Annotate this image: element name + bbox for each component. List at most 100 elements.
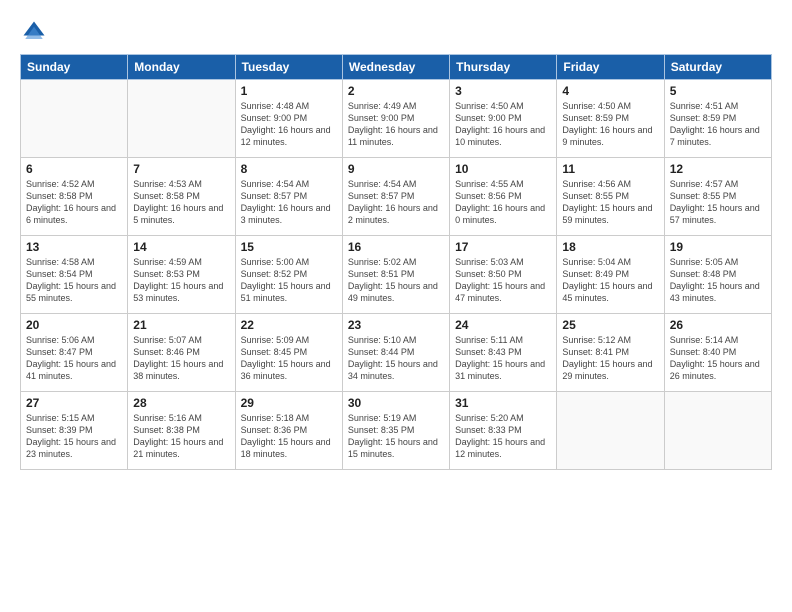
calendar-cell: 30 Sunrise: 5:19 AM Sunset: 8:35 PM Dayli… — [342, 392, 449, 470]
weekday-header-tuesday: Tuesday — [235, 55, 342, 80]
day-number: 30 — [348, 396, 444, 410]
calendar-cell: 22Sunrise: 5:09 AM Sunset: 8:45 PM Dayli… — [235, 314, 342, 392]
calendar-week-row: 6Sunrise: 4:52 AM Sunset: 8:58 PM Daylig… — [21, 158, 772, 236]
calendar-cell — [128, 80, 235, 158]
calendar-cell: 21Sunrise: 5:07 AM Sunset: 8:46 PM Dayli… — [128, 314, 235, 392]
weekday-header-saturday: Saturday — [664, 55, 771, 80]
day-info: Sunrise: 4:55 AM Sunset: 8:56 PM Dayligh… — [455, 178, 551, 227]
day-info: Sunrise: 5:20 AM Sunset: 8:33 PM Dayligh… — [455, 412, 551, 461]
day-info: Sunrise: 5:00 AM Sunset: 8:52 PM Dayligh… — [241, 256, 337, 305]
day-number: 6 — [26, 162, 122, 176]
day-info: Sunrise: 5:04 AM Sunset: 8:49 PM Dayligh… — [562, 256, 658, 305]
day-info: Sunrise: 4:57 AM Sunset: 8:55 PM Dayligh… — [670, 178, 766, 227]
day-number: 18 — [562, 240, 658, 254]
day-number: 10 — [455, 162, 551, 176]
page: SundayMondayTuesdayWednesdayThursdayFrid… — [0, 0, 792, 612]
day-number: 27 — [26, 396, 122, 410]
day-info: Sunrise: 4:54 AM Sunset: 8:57 PM Dayligh… — [241, 178, 337, 227]
day-info: Sunrise: 4:49 AM Sunset: 9:00 PM Dayligh… — [348, 100, 444, 149]
day-number: 26 — [670, 318, 766, 332]
day-info: Sunrise: 4:53 AM Sunset: 8:58 PM Dayligh… — [133, 178, 229, 227]
day-number: 20 — [26, 318, 122, 332]
calendar-cell: 1 Sunrise: 4:48 AM Sunset: 9:00 PM Daylig… — [235, 80, 342, 158]
calendar-cell — [557, 392, 664, 470]
day-info: Sunrise: 4:50 AM Sunset: 9:00 PM Dayligh… — [455, 100, 551, 149]
day-number: 19 — [670, 240, 766, 254]
calendar-cell: 3 Sunrise: 4:50 AM Sunset: 9:00 PM Daylig… — [450, 80, 557, 158]
day-info: Sunrise: 5:05 AM Sunset: 8:48 PM Dayligh… — [670, 256, 766, 305]
day-info: Sunrise: 5:10 AM Sunset: 8:44 PM Dayligh… — [348, 334, 444, 383]
day-info: Sunrise: 5:06 AM Sunset: 8:47 PM Dayligh… — [26, 334, 122, 383]
day-info: Sunrise: 4:56 AM Sunset: 8:55 PM Dayligh… — [562, 178, 658, 227]
calendar-cell: 9Sunrise: 4:54 AM Sunset: 8:57 PM Daylig… — [342, 158, 449, 236]
weekday-header-wednesday: Wednesday — [342, 55, 449, 80]
day-number: 8 — [241, 162, 337, 176]
day-info: Sunrise: 5:11 AM Sunset: 8:43 PM Dayligh… — [455, 334, 551, 383]
day-number: 21 — [133, 318, 229, 332]
calendar-cell: 2 Sunrise: 4:49 AM Sunset: 9:00 PM Daylig… — [342, 80, 449, 158]
day-number: 5 — [670, 84, 766, 98]
logo — [20, 18, 52, 46]
day-number: 14 — [133, 240, 229, 254]
calendar-cell: 5 Sunrise: 4:51 AM Sunset: 8:59 PM Daylig… — [664, 80, 771, 158]
day-info: Sunrise: 4:51 AM Sunset: 8:59 PM Dayligh… — [670, 100, 766, 149]
weekday-header-thursday: Thursday — [450, 55, 557, 80]
day-number: 4 — [562, 84, 658, 98]
calendar-week-row: 13 Sunrise: 4:58 AM Sunset: 8:54 PM Dayli… — [21, 236, 772, 314]
weekday-header-friday: Friday — [557, 55, 664, 80]
day-info: Sunrise: 5:12 AM Sunset: 8:41 PM Dayligh… — [562, 334, 658, 383]
day-number: 24 — [455, 318, 551, 332]
calendar-cell: 19 Sunrise: 5:05 AM Sunset: 8:48 PM Dayli… — [664, 236, 771, 314]
day-number: 13 — [26, 240, 122, 254]
calendar-cell: 25Sunrise: 5:12 AM Sunset: 8:41 PM Dayli… — [557, 314, 664, 392]
calendar-cell: 18 Sunrise: 5:04 AM Sunset: 8:49 PM Dayli… — [557, 236, 664, 314]
calendar-week-row: 1 Sunrise: 4:48 AM Sunset: 9:00 PM Daylig… — [21, 80, 772, 158]
day-number: 12 — [670, 162, 766, 176]
weekday-header-monday: Monday — [128, 55, 235, 80]
weekday-header-sunday: Sunday — [21, 55, 128, 80]
day-info: Sunrise: 4:59 AM Sunset: 8:53 PM Dayligh… — [133, 256, 229, 305]
calendar-week-row: 27 Sunrise: 5:15 AM Sunset: 8:39 PM Dayli… — [21, 392, 772, 470]
day-number: 15 — [241, 240, 337, 254]
calendar-cell: 13 Sunrise: 4:58 AM Sunset: 8:54 PM Dayli… — [21, 236, 128, 314]
day-number: 2 — [348, 84, 444, 98]
calendar-cell: 20 Sunrise: 5:06 AM Sunset: 8:47 PM Dayli… — [21, 314, 128, 392]
day-number: 28 — [133, 396, 229, 410]
calendar-cell: 23Sunrise: 5:10 AM Sunset: 8:44 PM Dayli… — [342, 314, 449, 392]
day-number: 17 — [455, 240, 551, 254]
calendar-cell: 8 Sunrise: 4:54 AM Sunset: 8:57 PM Daylig… — [235, 158, 342, 236]
day-info: Sunrise: 4:48 AM Sunset: 9:00 PM Dayligh… — [241, 100, 337, 149]
calendar-cell: 31 Sunrise: 5:20 AM Sunset: 8:33 PM Dayli… — [450, 392, 557, 470]
weekday-header-row: SundayMondayTuesdayWednesdayThursdayFrid… — [21, 55, 772, 80]
day-info: Sunrise: 5:02 AM Sunset: 8:51 PM Dayligh… — [348, 256, 444, 305]
day-info: Sunrise: 5:18 AM Sunset: 8:36 PM Dayligh… — [241, 412, 337, 461]
calendar-cell: 24 Sunrise: 5:11 AM Sunset: 8:43 PM Dayli… — [450, 314, 557, 392]
calendar-cell: 7 Sunrise: 4:53 AM Sunset: 8:58 PM Daylig… — [128, 158, 235, 236]
calendar-table: SundayMondayTuesdayWednesdayThursdayFrid… — [20, 54, 772, 470]
calendar-cell: 27 Sunrise: 5:15 AM Sunset: 8:39 PM Dayli… — [21, 392, 128, 470]
calendar-cell: 28 Sunrise: 5:16 AM Sunset: 8:38 PM Dayli… — [128, 392, 235, 470]
calendar-week-row: 20 Sunrise: 5:06 AM Sunset: 8:47 PM Dayli… — [21, 314, 772, 392]
calendar-cell: 4 Sunrise: 4:50 AM Sunset: 8:59 PM Daylig… — [557, 80, 664, 158]
calendar-cell: 17 Sunrise: 5:03 AM Sunset: 8:50 PM Dayli… — [450, 236, 557, 314]
day-info: Sunrise: 5:14 AM Sunset: 8:40 PM Dayligh… — [670, 334, 766, 383]
day-number: 29 — [241, 396, 337, 410]
day-info: Sunrise: 5:16 AM Sunset: 8:38 PM Dayligh… — [133, 412, 229, 461]
day-number: 1 — [241, 84, 337, 98]
day-info: Sunrise: 5:19 AM Sunset: 8:35 PM Dayligh… — [348, 412, 444, 461]
day-info: Sunrise: 4:50 AM Sunset: 8:59 PM Dayligh… — [562, 100, 658, 149]
day-number: 3 — [455, 84, 551, 98]
day-info: Sunrise: 5:03 AM Sunset: 8:50 PM Dayligh… — [455, 256, 551, 305]
logo-icon — [20, 18, 48, 46]
calendar-cell — [664, 392, 771, 470]
calendar-cell: 12 Sunrise: 4:57 AM Sunset: 8:55 PM Dayli… — [664, 158, 771, 236]
day-number: 31 — [455, 396, 551, 410]
calendar-cell — [21, 80, 128, 158]
day-number: 16 — [348, 240, 444, 254]
day-info: Sunrise: 4:54 AM Sunset: 8:57 PM Dayligh… — [348, 178, 444, 227]
day-info: Sunrise: 4:58 AM Sunset: 8:54 PM Dayligh… — [26, 256, 122, 305]
calendar-cell: 26 Sunrise: 5:14 AM Sunset: 8:40 PM Dayli… — [664, 314, 771, 392]
day-number: 7 — [133, 162, 229, 176]
day-info: Sunrise: 5:15 AM Sunset: 8:39 PM Dayligh… — [26, 412, 122, 461]
calendar-cell: 6Sunrise: 4:52 AM Sunset: 8:58 PM Daylig… — [21, 158, 128, 236]
